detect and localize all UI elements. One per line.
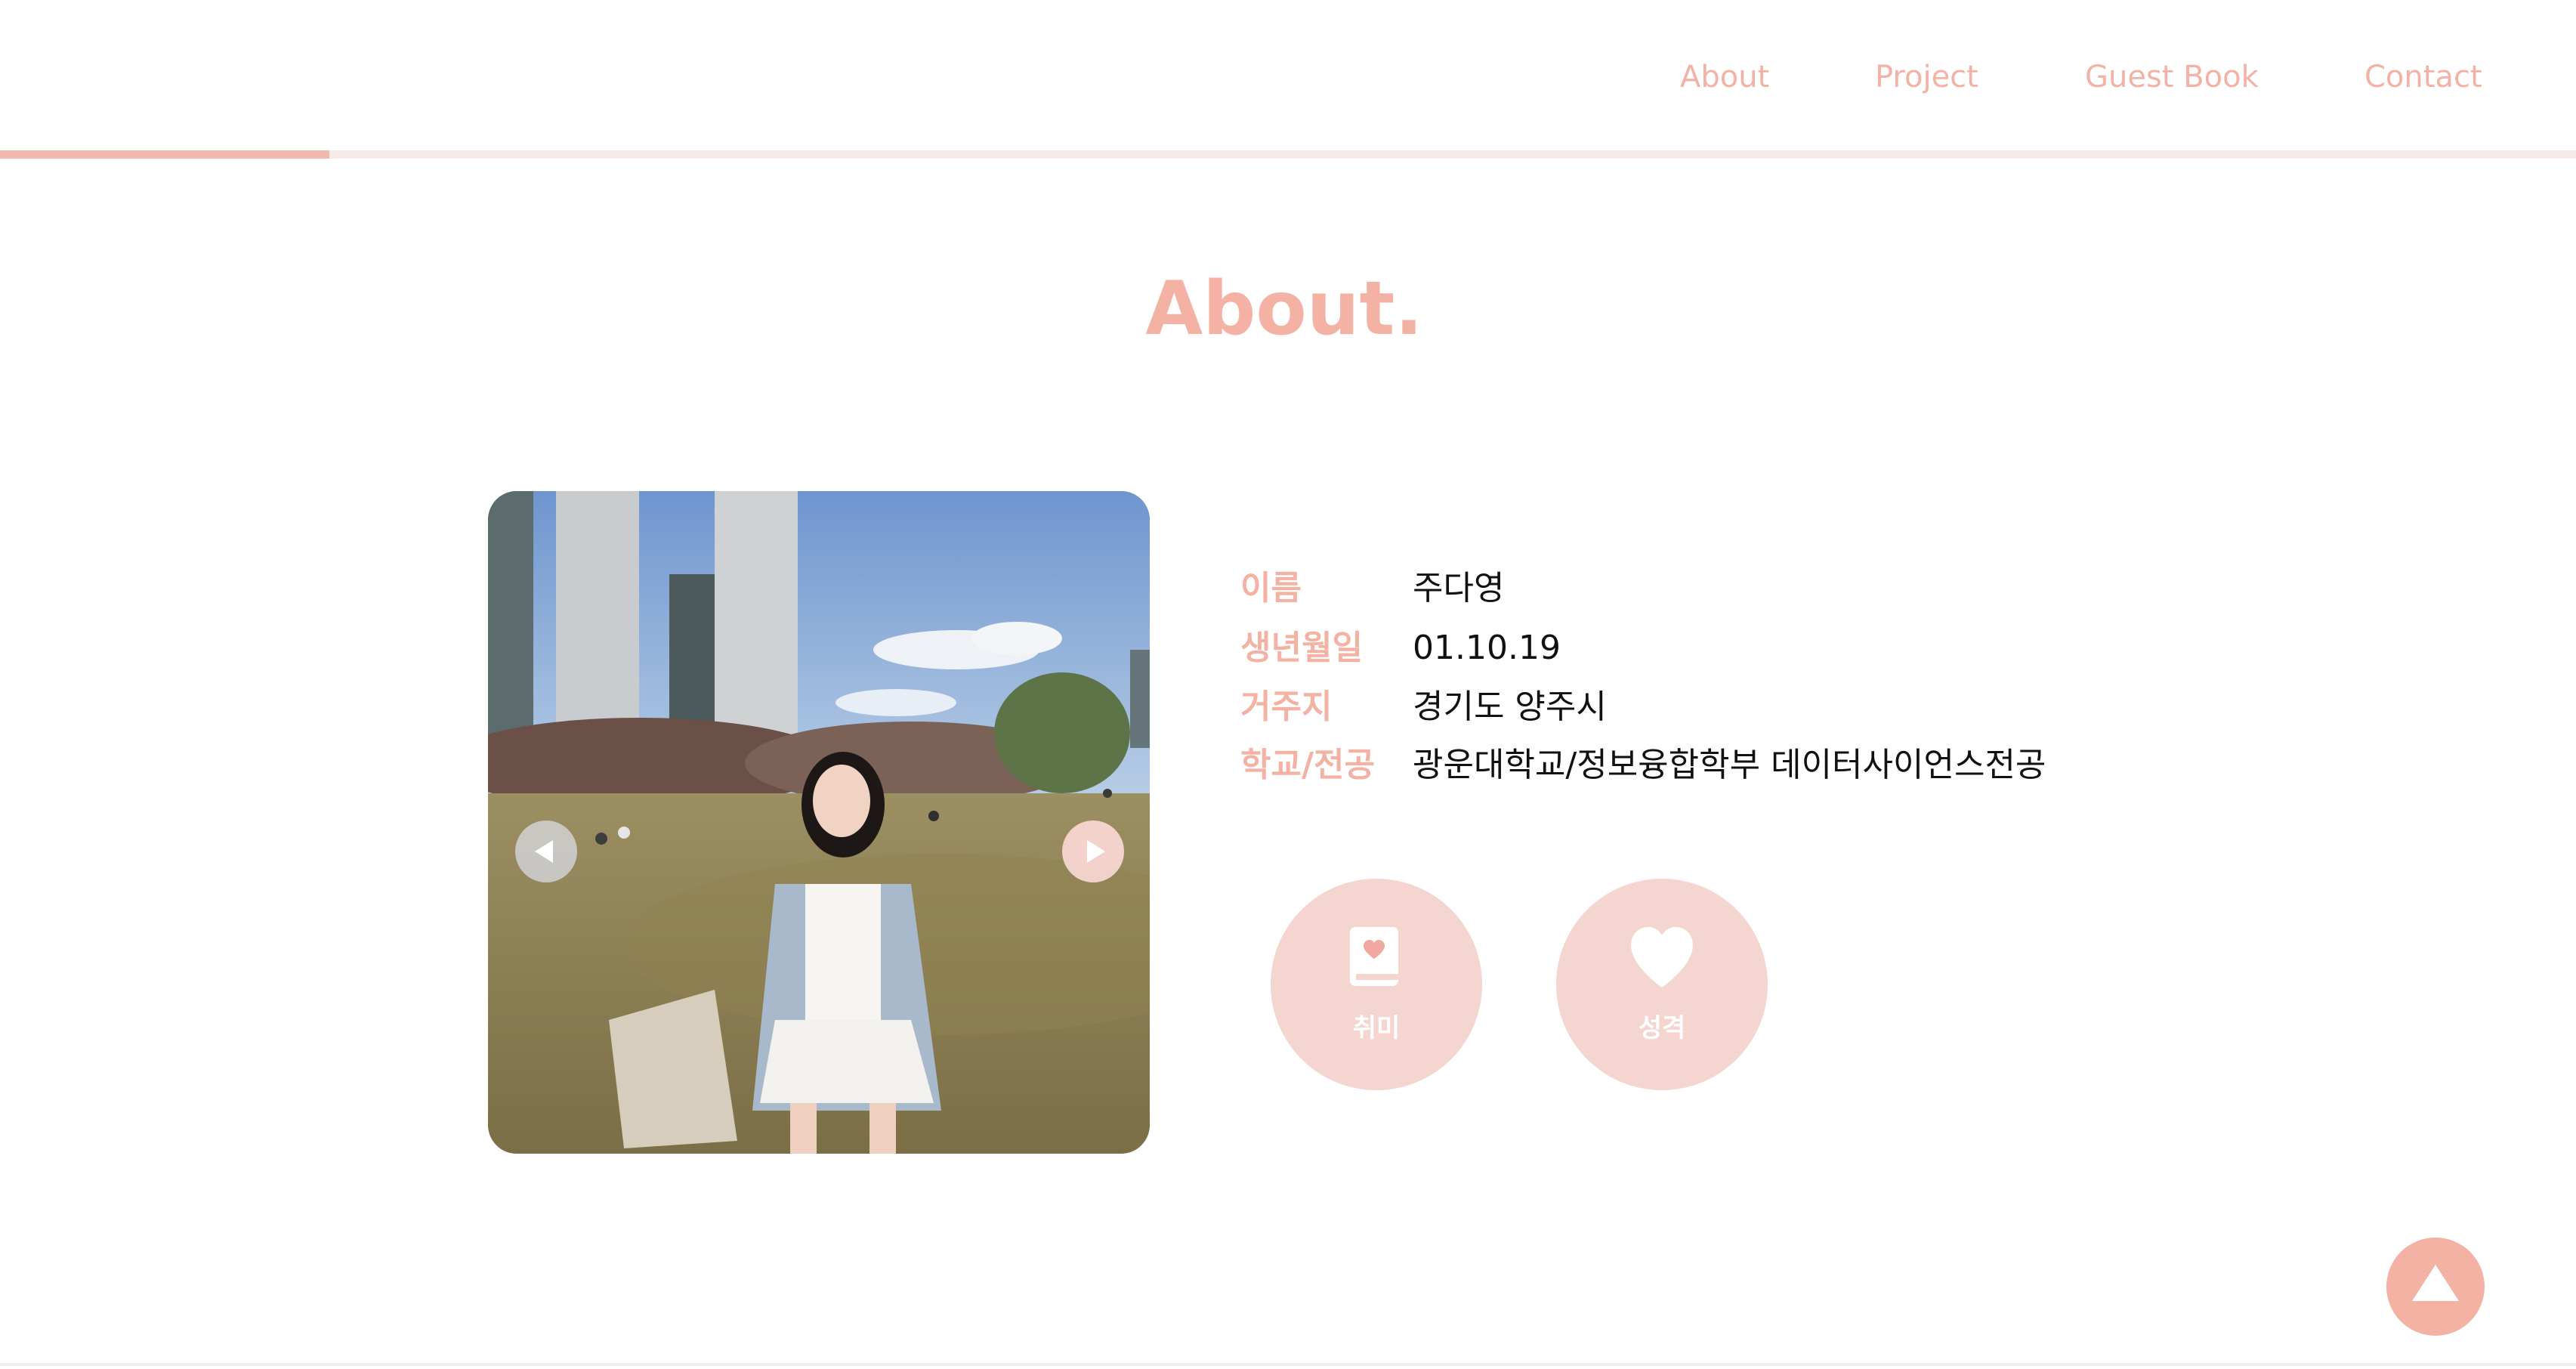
profile-value-name: 주다영 (1413, 569, 1505, 607)
about-page: About Project Guest Book Contact About. (0, 0, 2576, 1369)
profile-photo (488, 491, 1150, 1154)
arrow-right-icon (1087, 840, 1105, 863)
nav-link-project[interactable]: Project (1875, 56, 1978, 98)
arrow-up-icon (2412, 1265, 2459, 1301)
profile-photo-slider (488, 491, 1150, 1154)
hobby-button[interactable]: 취미 (1271, 879, 1482, 1090)
personality-button[interactable]: 성격 (1556, 879, 1768, 1090)
book-heart-icon (1350, 927, 1398, 986)
scroll-progress-bar (0, 150, 2576, 159)
slider-prev-button[interactable] (515, 820, 577, 882)
profile-label-residence: 거주지 (1240, 688, 1333, 726)
nav-link-guest-book[interactable]: Guest Book (2085, 56, 2259, 98)
slider-next-button[interactable] (1062, 820, 1124, 882)
arrow-left-icon (535, 840, 553, 863)
nav-link-about[interactable]: About (1680, 56, 1769, 98)
personality-button-label: 성격 (1638, 1013, 1686, 1043)
hobby-button-label: 취미 (1352, 1013, 1401, 1043)
section-title: About. (1145, 266, 1423, 352)
nav-link-contact[interactable]: Contact (2364, 56, 2482, 98)
profile-label-birthday: 생년월일 (1240, 629, 1363, 667)
scroll-to-top-button[interactable] (2386, 1238, 2485, 1336)
profile-label-name: 이름 (1240, 569, 1302, 607)
scroll-progress-fill (0, 150, 330, 159)
profile-label-school-major: 학교/전공 (1240, 746, 1375, 784)
heart-icon (1631, 927, 1693, 987)
top-nav: About Project Guest Book Contact (0, 0, 2576, 151)
footer-divider (0, 1363, 2576, 1366)
profile-value-birthday: 01.10.19 (1413, 629, 1561, 667)
profile-value-school-major: 광운대학교/정보융합학부 데이터사이언스전공 (1413, 746, 2046, 784)
profile-value-residence: 경기도 양주시 (1413, 688, 1607, 726)
